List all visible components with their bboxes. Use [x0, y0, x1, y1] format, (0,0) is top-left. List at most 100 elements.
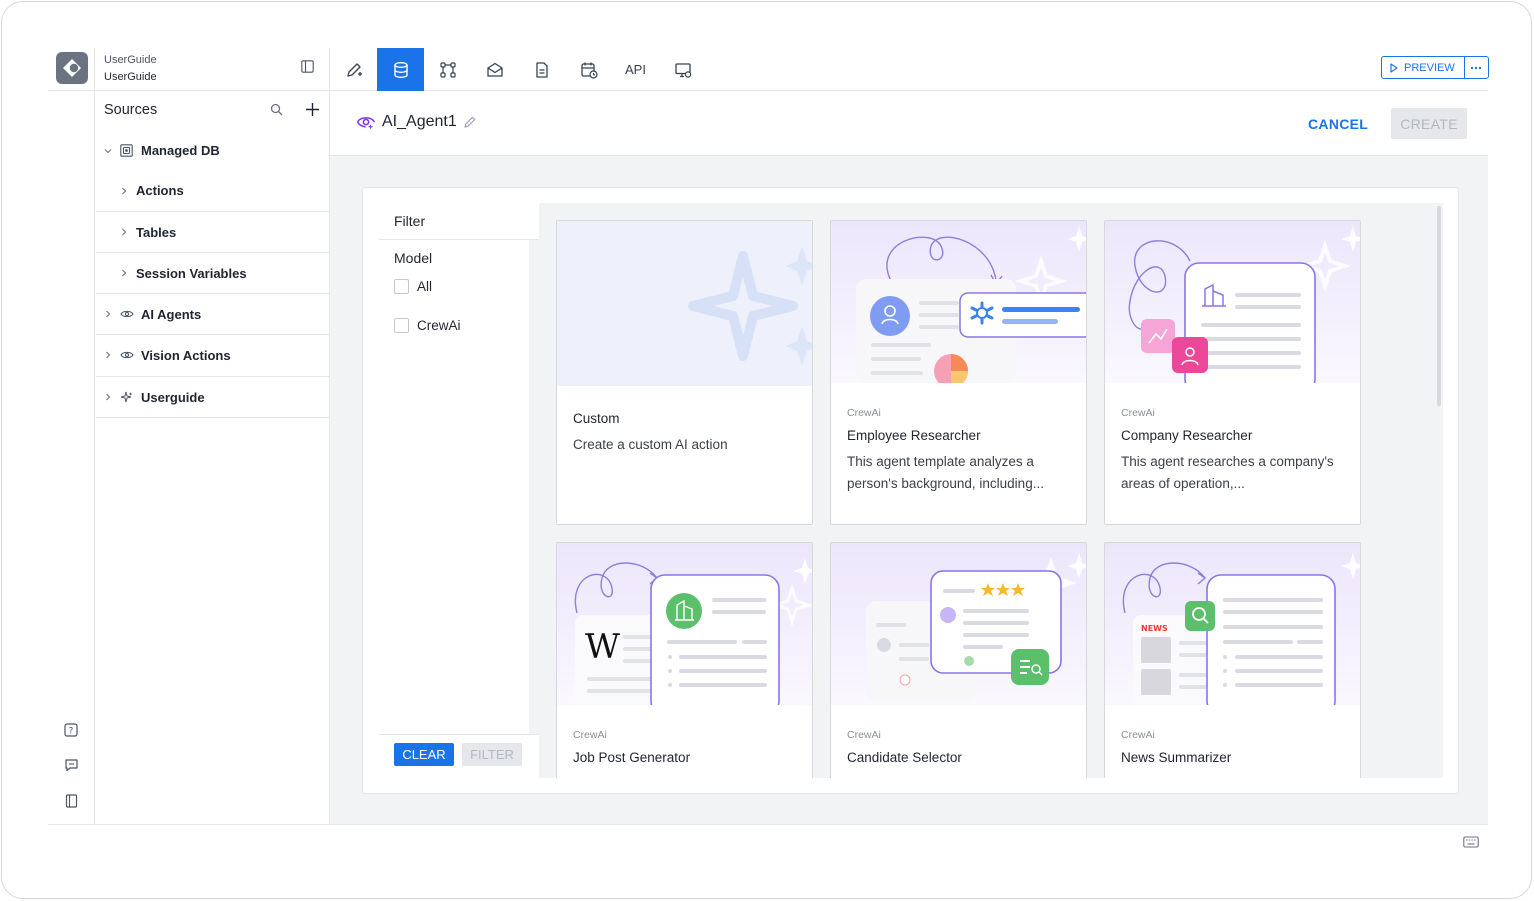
checkbox[interactable]: [394, 318, 409, 333]
tree-userguide[interactable]: Userguide: [96, 376, 329, 417]
filter-footer-divider: [379, 734, 539, 735]
org-name: UserGuide: [104, 54, 157, 66]
top-divider: [48, 90, 1488, 91]
document-icon[interactable]: [518, 48, 565, 91]
card-tag: CrewAi: [847, 407, 881, 419]
tree-actions[interactable]: Actions: [96, 170, 329, 211]
card-description: This agent researches a company's areas …: [1121, 454, 1334, 491]
tree-divider: [96, 417, 329, 418]
job-post-generator-art: W: [557, 543, 812, 705]
app-logo[interactable]: [56, 52, 88, 84]
agent-name: AI_Agent1: [382, 113, 457, 130]
chevron-right-icon: [104, 351, 112, 359]
chevron-right-icon: [120, 269, 128, 277]
filter-panel: Filter Model All CrewAi CLEAR FILTER: [363, 188, 539, 793]
custom-sparkle-art: [557, 221, 812, 386]
chevron-down-icon: [104, 147, 112, 155]
card-tag: CrewAi: [1121, 407, 1155, 419]
template-picker: Filter Model All CrewAi CLEAR FILTER Cus…: [362, 187, 1459, 794]
employee-researcher-art: [831, 221, 1086, 383]
app-window: ? UserGuide UserGuide API PREVIEW Source…: [1, 1, 1532, 899]
keyboard-icon[interactable]: [1463, 835, 1479, 848]
filter-divider: [379, 239, 539, 240]
monitor-gear-icon[interactable]: [659, 48, 706, 91]
header-divider: [330, 155, 1488, 156]
calendar-clock-icon[interactable]: [565, 48, 612, 91]
database-box-icon: [120, 144, 133, 157]
filter-option-label: CrewAi: [417, 318, 461, 333]
left-rail: ?: [48, 48, 95, 825]
wiki-letter: W: [585, 627, 620, 667]
template-card-candidate-selector[interactable]: CrewAi Candidate Selector: [830, 542, 1087, 778]
workflow-icon[interactable]: [424, 48, 471, 91]
tree-label-actions: Actions: [136, 183, 184, 198]
tree-label-userguide: Userguide: [141, 389, 205, 405]
mail-icon[interactable]: [471, 48, 518, 91]
collapse-panel-icon[interactable]: [301, 60, 315, 74]
chevron-right-icon: [120, 187, 128, 195]
checkbox[interactable]: [394, 279, 409, 294]
main-toolbar: API: [330, 48, 706, 91]
card-title: Custom: [573, 411, 620, 426]
search-icon[interactable]: [270, 103, 284, 117]
template-card-custom[interactable]: Custom Create a custom AI action: [556, 220, 813, 525]
edit-pencil-icon[interactable]: [463, 115, 477, 129]
chevron-right-icon: [104, 310, 112, 318]
more-options-icon[interactable]: [1463, 57, 1488, 78]
template-card-news-summarizer[interactable]: NEWS CrewAi News Summarizer: [1104, 542, 1361, 778]
tree-label-ai-agents: AI Agents: [141, 306, 202, 322]
create-button[interactable]: CREATE: [1391, 108, 1467, 139]
card-title: Job Post Generator: [573, 750, 691, 765]
grid-scrollbar[interactable]: [1437, 206, 1441, 406]
eye-icon: [120, 350, 134, 360]
cancel-button[interactable]: CANCEL: [1302, 108, 1374, 139]
tree-label-managed-db: Managed DB: [141, 143, 220, 158]
api-tab[interactable]: API: [612, 48, 659, 91]
play-icon: [1390, 62, 1398, 73]
app-name-block: UserGuide UserGuide: [104, 52, 157, 86]
book-icon[interactable]: [63, 793, 79, 809]
template-card-company-researcher[interactable]: CrewAi Company Researcher This agent res…: [1104, 220, 1361, 525]
card-title: Candidate Selector: [847, 750, 962, 765]
tree-label-session-variables: Session Variables: [136, 265, 247, 281]
chevron-right-icon: [120, 228, 128, 236]
chevron-right-icon: [104, 393, 112, 401]
filter-option-all[interactable]: All: [394, 279, 432, 294]
svg-text:?: ?: [69, 727, 74, 737]
filter-option-label: All: [417, 279, 433, 294]
news-summarizer-art: NEWS: [1105, 543, 1360, 705]
tree-ai-agents[interactable]: AI Agents: [96, 293, 329, 334]
app-name: UserGuide: [104, 71, 157, 83]
template-grid: Custom Create a custom AI action CrewAi …: [539, 203, 1443, 778]
pen-plus-icon[interactable]: [330, 48, 377, 91]
card-title: Company Researcher: [1121, 428, 1253, 443]
tree-label-tables: Tables: [136, 224, 177, 240]
chat-icon[interactable]: [63, 757, 79, 773]
bottom-divider: [48, 824, 1488, 825]
ai-agent-eye-icon: [356, 114, 376, 130]
database-icon[interactable]: [377, 48, 424, 91]
preview-button[interactable]: PREVIEW: [1382, 57, 1464, 78]
tree-managed-db[interactable]: Managed DB: [96, 130, 329, 171]
template-card-job-post-generator[interactable]: W CrewAi Job Post Generator: [556, 542, 813, 778]
card-description: Create a custom AI action: [573, 437, 728, 452]
tree-session-variables[interactable]: Session Variables: [96, 252, 329, 293]
card-tag: CrewAi: [573, 729, 607, 741]
tree-vision-actions[interactable]: Vision Actions: [96, 334, 329, 375]
news-badge-text: NEWS: [1141, 624, 1168, 633]
template-card-employee-researcher[interactable]: CrewAi Employee Researcher This agent te…: [830, 220, 1087, 525]
apply-filter-button[interactable]: FILTER: [462, 743, 522, 766]
card-tag: CrewAi: [1121, 729, 1155, 741]
tree-label-vision-actions: Vision Actions: [141, 347, 231, 363]
filter-option-crewai[interactable]: CrewAi: [394, 318, 461, 333]
clear-button[interactable]: CLEAR: [394, 743, 454, 766]
filter-scrollbar[interactable]: [529, 240, 539, 735]
model-title: Model: [394, 250, 433, 266]
company-researcher-art: [1105, 221, 1360, 383]
add-source-icon[interactable]: [305, 102, 320, 117]
tree-tables[interactable]: Tables: [96, 211, 329, 252]
preview-label: PREVIEW: [1404, 61, 1455, 74]
help-icon[interactable]: ?: [63, 722, 79, 738]
sparkle-icon: [120, 391, 133, 404]
candidate-selector-art: [831, 543, 1086, 705]
